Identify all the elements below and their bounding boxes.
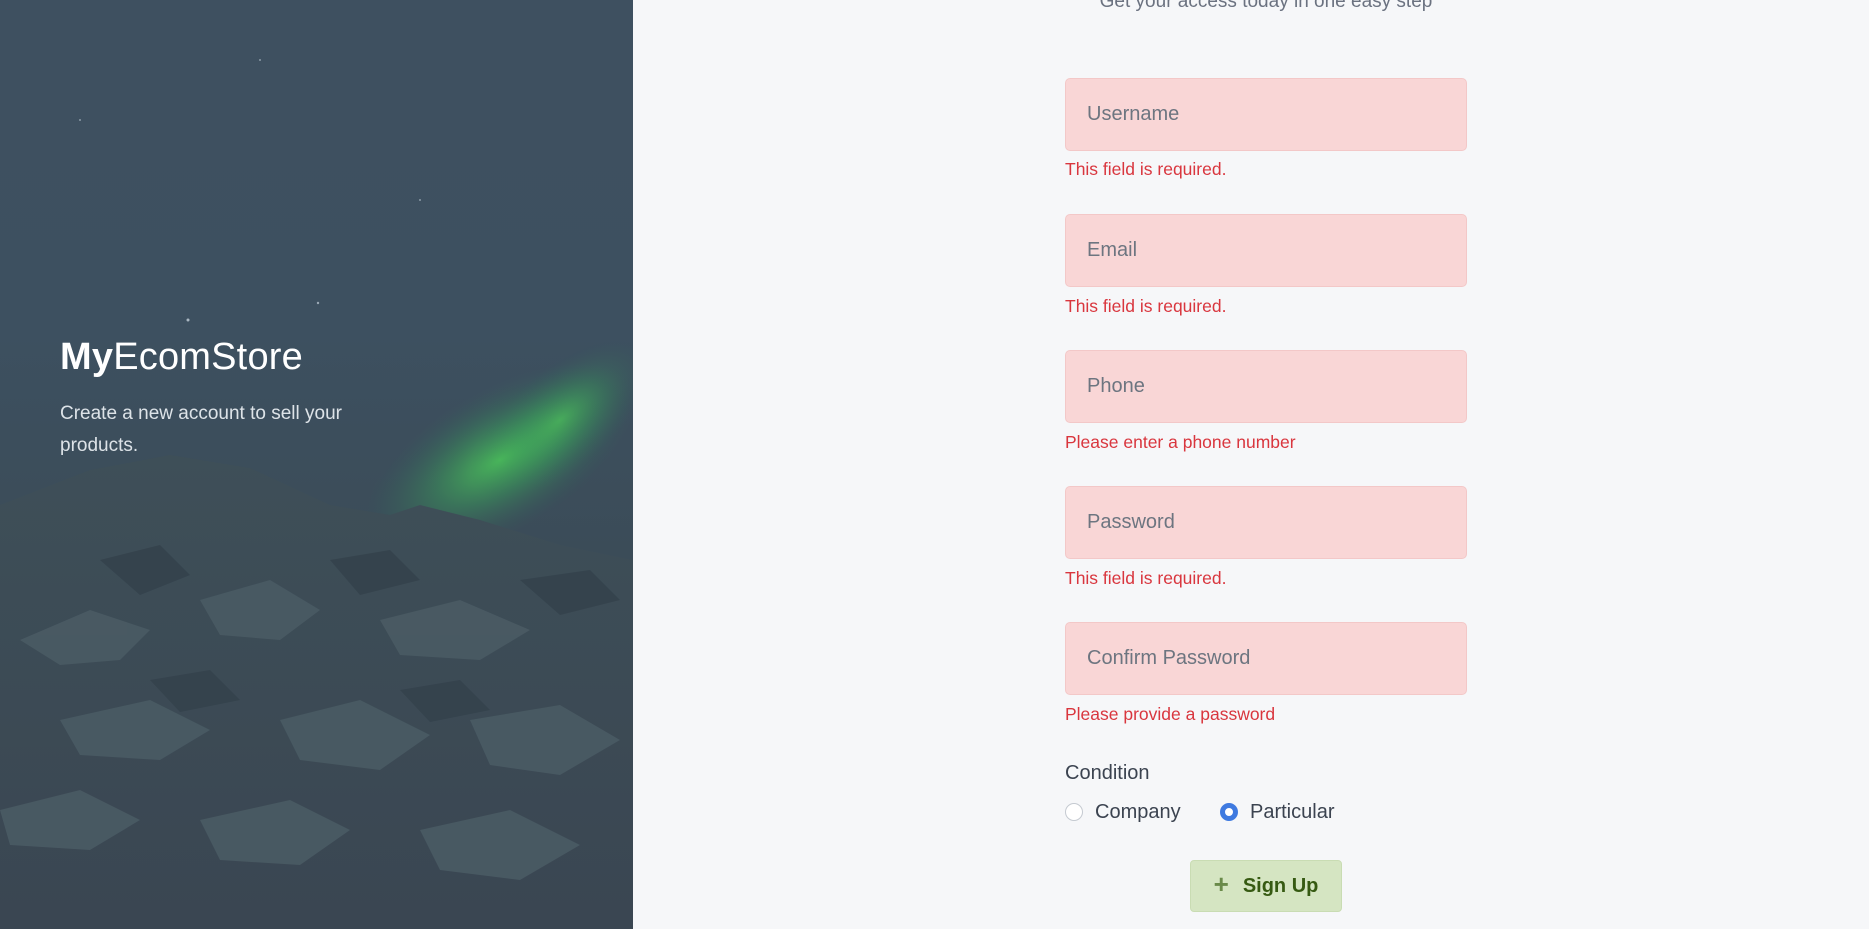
signup-page: MyEcomStore Create a new account to sell… — [0, 0, 1869, 929]
brand-bold: My — [60, 336, 114, 378]
confirm-password-error: Please provide a password — [1065, 704, 1276, 724]
plus-icon: + — [1213, 869, 1229, 899]
phone-input[interactable] — [1065, 350, 1467, 423]
hero-tagline: Create a new account to sell your produc… — [60, 403, 342, 456]
brand-rest: EcomStore — [113, 336, 303, 378]
radio-particular-label: Particular — [1250, 800, 1335, 823]
hero-panel: MyEcomStore Create a new account to sell… — [0, 0, 633, 929]
condition-label: Condition — [1065, 762, 1150, 784]
radio-company-label: Company — [1095, 800, 1181, 823]
radio-company[interactable]: Company — [1065, 800, 1181, 824]
username-error: This field is required. — [1065, 159, 1227, 179]
email-input[interactable] — [1065, 214, 1467, 287]
confirm-password-input[interactable] — [1065, 622, 1467, 695]
username-input[interactable] — [1065, 78, 1467, 151]
password-error: This field is required. — [1065, 568, 1227, 588]
password-input[interactable] — [1065, 486, 1467, 559]
phone-error: Please enter a phone number — [1065, 432, 1296, 452]
brand-logo: MyEcomStore — [60, 336, 303, 379]
aurora-landscape-image — [0, 59, 633, 929]
radio-particular-circle[interactable] — [1220, 803, 1238, 821]
sign-up-button[interactable]: + Sign Up — [1190, 860, 1342, 912]
email-error: This field is required. — [1065, 296, 1227, 316]
form-subtitle: Get your access today in one easy step — [1099, 0, 1433, 12]
sign-up-label: Sign Up — [1242, 874, 1319, 897]
radio-particular[interactable]: Particular — [1220, 800, 1334, 824]
radio-company-circle[interactable] — [1065, 803, 1083, 821]
